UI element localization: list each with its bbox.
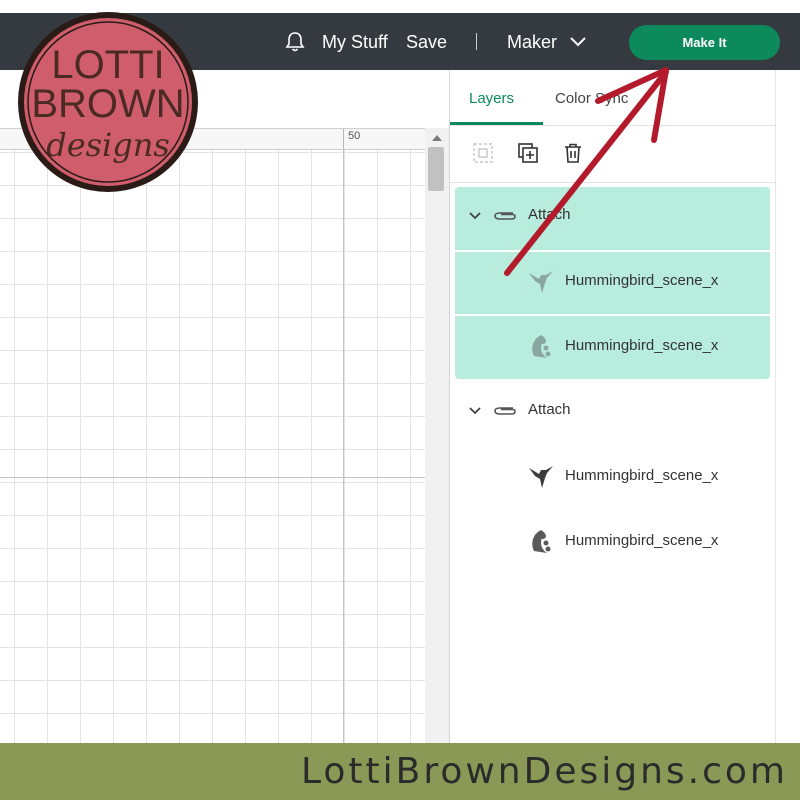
logo-line-3: designs — [46, 126, 170, 164]
chevron-down-icon[interactable] — [468, 404, 482, 418]
layer-item[interactable]: Hummingbird_scene_x — [455, 446, 770, 508]
layer-label: Hummingbird_scene_x — [565, 467, 719, 484]
logo-line-2: BROWN — [31, 82, 184, 126]
lotti-brown-logo: LOTTI BROWN designs — [18, 12, 198, 192]
flower-icon — [532, 335, 551, 358]
layer-label: Hummingbird_scene_x — [565, 532, 719, 549]
chevron-down-icon[interactable] — [468, 209, 482, 223]
grid-major-horizontal — [0, 477, 425, 478]
attach-group-2[interactable]: Attach — [455, 382, 770, 444]
make-it-button[interactable]: Make It — [629, 25, 780, 60]
canvas-grid — [0, 148, 425, 743]
layer-label: Hummingbird_scene_x — [565, 337, 719, 354]
tabs-divider — [450, 125, 775, 126]
chevron-down-icon[interactable] — [568, 33, 588, 51]
layer-item[interactable]: Hummingbird_scene_x — [455, 316, 770, 378]
flower-icon — [532, 530, 551, 553]
layer-label: Hummingbird_scene_x — [565, 272, 719, 289]
tab-layers[interactable]: Layers — [469, 70, 514, 125]
grid-major-vertical — [343, 148, 344, 743]
layer-item[interactable]: Hummingbird_scene_x — [455, 511, 770, 573]
group-label: Attach — [528, 206, 571, 223]
scroll-up-icon[interactable] — [432, 135, 442, 141]
attach-group-1[interactable]: Attach — [455, 187, 770, 249]
nav-separator — [476, 33, 477, 50]
group-icon[interactable] — [472, 142, 494, 164]
my-stuff-link[interactable]: My Stuff — [322, 20, 388, 64]
footer-website: LottiBrownDesigns.com — [300, 751, 788, 792]
hummingbird-icon — [529, 466, 553, 488]
attach-icon — [494, 407, 516, 415]
footer-banner: LottiBrownDesigns.com — [0, 743, 800, 800]
ruler-tick — [343, 129, 344, 149]
machine-selector[interactable]: Maker — [507, 20, 557, 64]
tab-color-sync[interactable]: Color Sync — [555, 70, 628, 125]
ruler-label: 50 — [348, 130, 361, 142]
hummingbird-icon — [529, 271, 553, 293]
delete-icon[interactable] — [562, 142, 584, 164]
toolbar-divider — [450, 182, 775, 183]
scroll-thumb[interactable] — [428, 147, 444, 191]
panel-scrollbar[interactable] — [775, 70, 800, 743]
attach-icon — [494, 212, 516, 220]
group-label: Attach — [528, 401, 571, 418]
bell-icon[interactable] — [284, 31, 306, 53]
canvas-scrollbar[interactable] — [425, 128, 449, 743]
logo-line-1: LOTTI — [51, 43, 164, 87]
layer-item[interactable]: Hummingbird_scene_x — [455, 251, 770, 313]
duplicate-icon[interactable] — [517, 142, 539, 164]
save-link[interactable]: Save — [406, 20, 447, 64]
layers-panel: Layers Color Sync Attach Hummingbird_sce… — [450, 70, 775, 743]
